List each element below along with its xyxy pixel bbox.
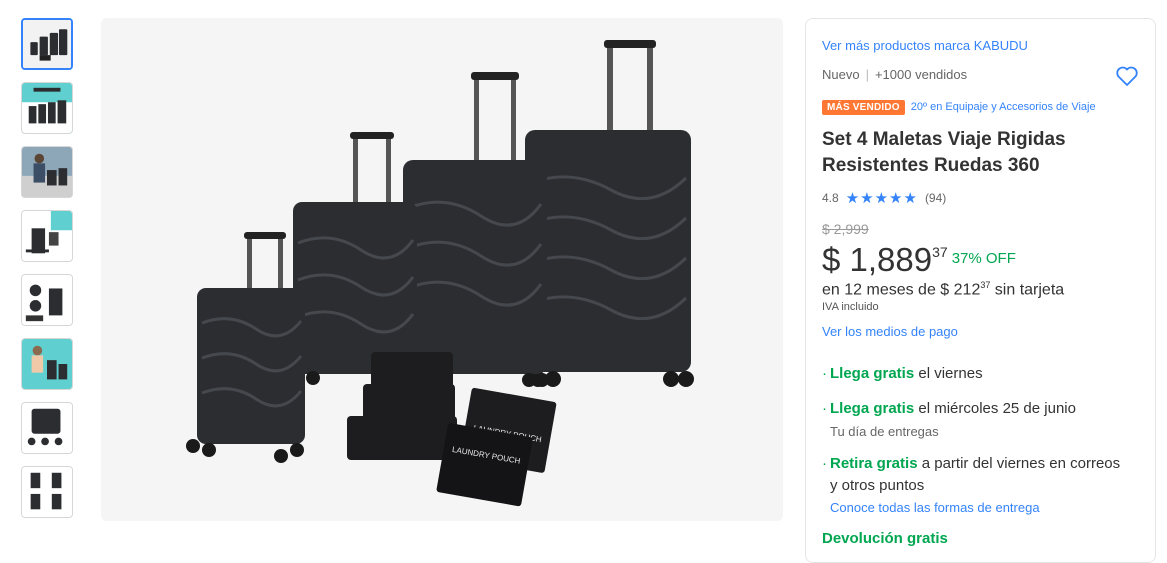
payment-methods-link[interactable]: Ver los medios de pago — [822, 324, 958, 339]
thumbnail-luggage-colors[interactable] — [21, 466, 73, 518]
free-returns-label[interactable]: Devolución gratis — [822, 530, 948, 547]
thumbnail-gallery — [21, 18, 77, 530]
pickup-option-line2: y otros puntos — [830, 477, 925, 494]
thumbnail-luggage-details[interactable] — [21, 274, 73, 326]
product-main-image[interactable]: LAUNDRY POUCH LAUNDRY POUCH — [101, 18, 783, 521]
best-seller-badge: MÁS VENDIDO — [822, 100, 905, 115]
price-cents: 37 — [932, 244, 948, 260]
shipping-free-label: Llega gratis — [830, 400, 915, 417]
discount-label: 37% OFF — [951, 249, 1016, 267]
shipping-date: el miércoles 25 de junio — [914, 400, 1076, 417]
thumbnail-luggage-lifestyle[interactable] — [21, 338, 73, 390]
installments-suffix: sin tarjeta — [990, 281, 1065, 299]
delivery-day-note: Tu día de entregas — [830, 424, 939, 439]
sold-count: +1000 vendidos — [874, 67, 968, 82]
condition-label: Nuevo — [822, 67, 860, 82]
pickup-free-label: Retira gratis — [830, 455, 918, 472]
best-seller-row: MÁS VENDIDO 20º en Equipaje y Accesorios … — [822, 100, 1096, 115]
shipping-option-1: · Llega gratis el viernes — [822, 365, 983, 382]
product-title: Set 4 Maletas Viaje Rigidas Resistentes … — [822, 129, 1066, 176]
thumbnail-luggage-features[interactable] — [21, 402, 73, 454]
tax-note: IVA incluido — [822, 301, 879, 313]
shipping-date: el viernes — [914, 365, 983, 382]
installments-cents: 37 — [980, 280, 991, 290]
shipping-free-label: Llega gratis — [830, 365, 915, 382]
price-amount: $ 1,889 — [822, 241, 933, 278]
pickup-date: a partir del viernes en correos — [917, 455, 1121, 472]
thumbnail-luggage-in-use[interactable] — [21, 146, 73, 198]
original-price: $ 2,999 — [822, 221, 869, 237]
installments-info: en 12 meses de $ 21237 sin tarjeta — [822, 280, 1064, 299]
review-count: (94) — [924, 191, 947, 205]
installments-amount: en 12 meses de $ 212 — [822, 281, 981, 299]
rating-value: 4.8 — [822, 191, 839, 205]
thumbnail-luggage-set[interactable] — [21, 18, 73, 70]
thumbnail-luggage-set-infographic[interactable] — [21, 82, 73, 134]
separator: | — [865, 67, 869, 82]
product-info-panel: Ver más productos marca KABUDU Nuevo | +10… — [805, 18, 1156, 563]
bullet: · — [822, 455, 827, 472]
category-rank-link[interactable]: 20º en Equipaje y Accesorios de Viaje — [911, 101, 1096, 113]
rating-row[interactable]: 4.8 ★★★★★ (94) — [822, 189, 946, 207]
bullet: · — [822, 365, 827, 382]
heart-icon[interactable] — [1115, 64, 1139, 88]
bullet: · — [822, 400, 827, 417]
brand-link[interactable]: Ver más productos marca KABUDU — [822, 38, 1028, 53]
luggage-set-illustration: LAUNDRY POUCH LAUNDRY POUCH — [101, 18, 783, 521]
current-price: $ 1,88937 37% OFF — [822, 241, 1016, 279]
condition-info: Nuevo | +1000 vendidos — [822, 67, 967, 82]
pickup-option: · Retira gratis a partir del viernes en c… — [822, 455, 1120, 472]
shipping-option-2: · Llega gratis el miércoles 25 de junio — [822, 400, 1076, 417]
rating-stars-icon: ★★★★★ — [845, 190, 918, 207]
thumbnail-luggage-extendable[interactable] — [21, 210, 73, 262]
all-delivery-options-link[interactable]: Conoce todas las formas de entrega — [830, 500, 1040, 515]
